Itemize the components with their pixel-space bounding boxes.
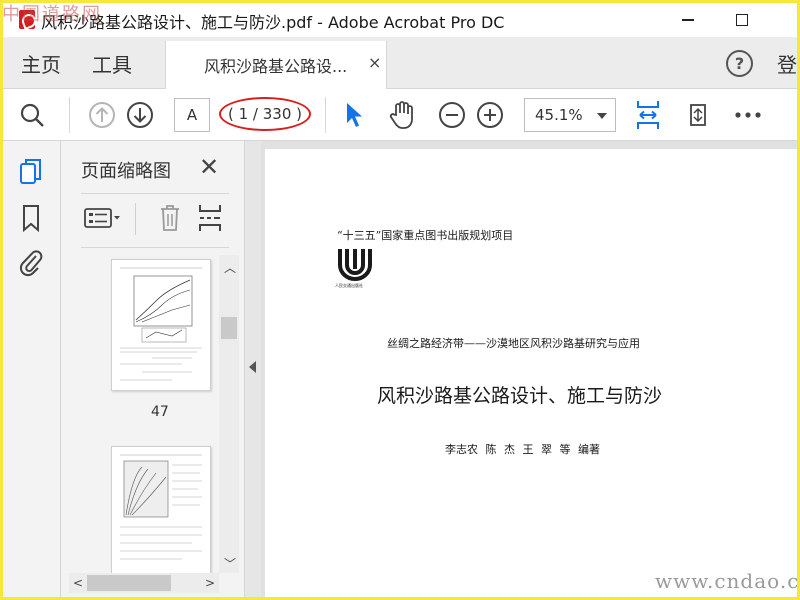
logo-caption: 人民交通出版社 [335, 283, 363, 288]
next-page-icon[interactable] [125, 100, 155, 130]
thumbnail-page-label: 47 [151, 404, 169, 420]
horizontal-scroll-thumb[interactable] [87, 575, 171, 591]
toolbar-separator [69, 97, 70, 133]
thumbnail-content [120, 454, 202, 560]
attachment-icon[interactable] [18, 247, 46, 277]
watermark-bottom-right: www.cndao.com [655, 569, 797, 593]
zoom-in-icon[interactable] [475, 100, 505, 130]
zoom-value: 45.1% [535, 106, 583, 124]
scroll-up-icon[interactable]: ︿ [224, 259, 236, 276]
previous-page-icon[interactable] [87, 100, 117, 130]
authors-line: 李志农 陈 杰 王 翠 等 编著 [445, 443, 600, 456]
minimize-button[interactable] [663, 3, 713, 37]
toolbar-separator [325, 97, 326, 133]
page-thumbnail[interactable] [111, 259, 211, 391]
maximize-button[interactable] [717, 3, 767, 37]
divider [81, 247, 229, 248]
thumbnails-panel: 页面缩略图 ✕ 47 ︿ ﹀ < > [61, 141, 245, 597]
zoom-out-icon[interactable] [437, 100, 467, 130]
pdf-page: “十三五”国家重点图书出版规划项目 人民交通出版社 丝绸之路经济带——沙漠地区风… [265, 149, 797, 597]
window-title: 风积沙路基公路设计、施工与防沙.pdf - Adobe Acrobat Pro … [41, 13, 505, 32]
select-cursor-icon[interactable] [340, 100, 370, 130]
toolbar-separator [135, 203, 136, 235]
chevron-down-icon [597, 113, 607, 119]
rotate-view-icon[interactable] [683, 100, 713, 130]
thumbnail-options-icon[interactable] [83, 203, 123, 233]
zoom-dropdown[interactable]: 45.1% [524, 98, 616, 132]
scroll-right-icon[interactable]: > [205, 576, 215, 590]
top-nav: 主页 工具 风积沙路基公路设... × ? 登 [3, 37, 797, 89]
fit-width-icon[interactable] [633, 100, 663, 130]
left-navigation-rail [3, 141, 61, 597]
annotation-oval [219, 97, 311, 131]
help-icon[interactable]: ? [726, 50, 753, 77]
page-layout-icon[interactable] [197, 203, 223, 233]
watermark-top-left: 中国道路网 [2, 4, 102, 25]
delete-page-icon[interactable] [157, 203, 183, 233]
document-tab-label: 风积沙路基公路设... [204, 57, 348, 76]
divider [81, 193, 229, 194]
collapse-left-icon[interactable] [249, 361, 256, 373]
minimize-icon [682, 19, 694, 21]
document-tab[interactable]: 风积沙路基公路设... × [165, 41, 387, 89]
vertical-scroll-thumb[interactable] [221, 317, 237, 339]
scroll-down-icon[interactable]: ﹀ [224, 555, 236, 572]
close-icon[interactable]: ✕ [199, 153, 219, 181]
document-tab-close-icon[interactable]: × [368, 53, 381, 72]
more-options-icon[interactable] [733, 100, 763, 130]
book-title: 风积沙路基公路设计、施工与防沙 [377, 385, 663, 407]
app-window: 风积沙路基公路设计、施工与防沙.pdf - Adobe Acrobat Pro … [3, 3, 797, 597]
page-thumbnails-icon[interactable] [18, 157, 46, 187]
thumbnails-vertical-scrollbar[interactable] [219, 255, 239, 573]
panel-title: 页面缩略图 [81, 161, 171, 182]
hand-tool-icon[interactable] [387, 100, 417, 130]
project-line: “十三五”国家重点图书出版规划项目 [337, 229, 514, 242]
nav-tools[interactable]: 工具 [92, 49, 132, 78]
page-thumbnail[interactable] [111, 446, 211, 576]
scroll-left-icon[interactable]: < [73, 576, 83, 590]
toolbar: A ( 1 / 330 ) 45.1% [3, 89, 797, 141]
maximize-icon [736, 14, 748, 26]
search-icon[interactable] [17, 100, 47, 130]
title-bar: 风积沙路基公路设计、施工与防沙.pdf - Adobe Acrobat Pro … [3, 3, 797, 37]
nav-home[interactable]: 主页 [21, 49, 61, 78]
page-number-input[interactable]: A [174, 98, 210, 132]
thumbnail-content [120, 267, 202, 381]
series-line: 丝绸之路经济带——沙漠地区风积沙路基研究与应用 [387, 337, 640, 350]
sign-in-link[interactable]: 登 [777, 49, 797, 78]
publisher-logo [337, 247, 373, 281]
bookmark-icon[interactable] [18, 203, 46, 233]
